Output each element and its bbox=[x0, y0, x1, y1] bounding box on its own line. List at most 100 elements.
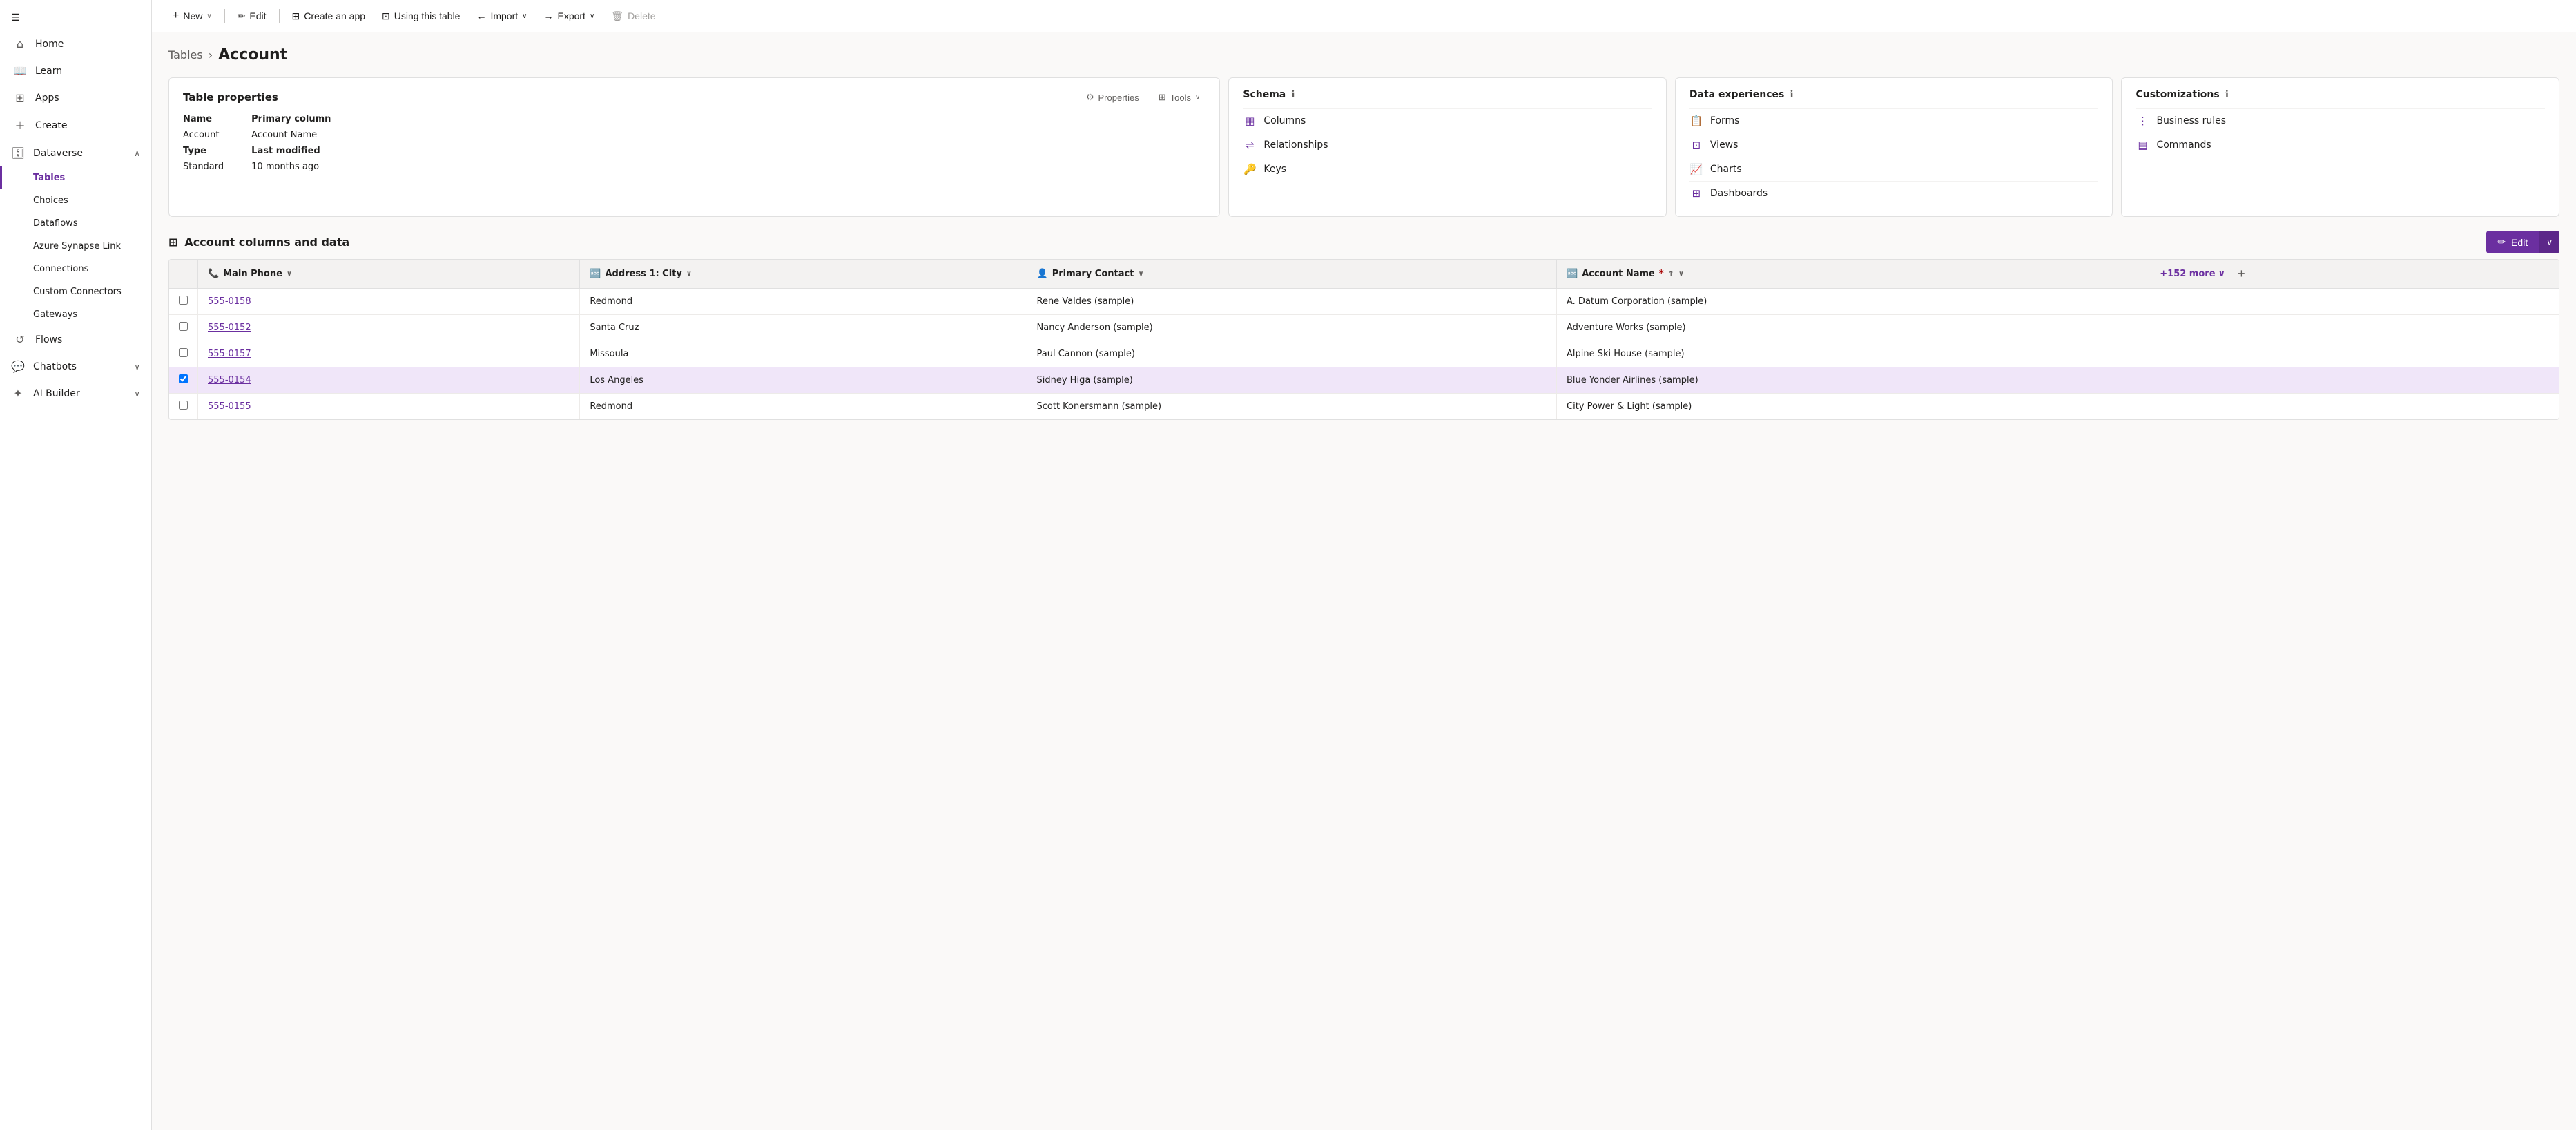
phone-link[interactable]: 555-0155 bbox=[208, 401, 251, 412]
sidebar-item-apps[interactable]: ⊞ Apps bbox=[0, 84, 151, 111]
properties-button[interactable]: ⚙ Properties bbox=[1081, 89, 1145, 106]
account-name-dropdown-icon[interactable]: ∨ bbox=[1678, 270, 1684, 278]
sidebar-item-create[interactable]: + Create bbox=[0, 111, 151, 140]
custom-info-icon: ℹ bbox=[2225, 89, 2229, 100]
sidebar-item-choices[interactable]: Choices bbox=[0, 189, 151, 212]
schema-info-icon: ℹ bbox=[1291, 89, 1295, 100]
toolbar: + New ∨ ✏ Edit ⊞ Create an app ⊡ Using t… bbox=[152, 0, 2576, 32]
address-city-header[interactable]: 🔤 Address 1: City ∨ bbox=[580, 260, 1027, 289]
row-select[interactable] bbox=[179, 401, 188, 410]
row-checkbox[interactable] bbox=[169, 394, 198, 420]
sidebar-item-learn[interactable]: 📖 Learn bbox=[0, 57, 151, 84]
sidebar-section-chatbots[interactable]: 💬 Chatbots ∨ bbox=[0, 353, 151, 380]
sidebar-section-dataverse[interactable]: 🗄 Dataverse ∧ bbox=[0, 140, 151, 166]
dashboards-link[interactable]: ⊞ Dashboards bbox=[1689, 181, 2099, 205]
create-app-label: Create an app bbox=[304, 10, 365, 21]
extra-cell bbox=[2144, 341, 2559, 367]
tools-button[interactable]: ⊞ Tools ∨ bbox=[1153, 89, 1206, 106]
checkbox-col-header bbox=[169, 260, 198, 289]
row-checkbox[interactable] bbox=[169, 315, 198, 341]
new-button[interactable]: + New ∨ bbox=[166, 6, 219, 26]
row-checkbox[interactable] bbox=[169, 367, 198, 394]
main-phone-dropdown-icon[interactable]: ∨ bbox=[287, 270, 292, 278]
schema-keys-link[interactable]: 🔑 Keys bbox=[1243, 157, 1652, 181]
type-label: Type bbox=[183, 146, 224, 156]
name-group: Name Account Type Standard bbox=[183, 114, 224, 172]
data-section-title: ⊞ Account columns and data bbox=[168, 236, 349, 249]
primary-contact-dropdown-icon[interactable]: ∨ bbox=[1138, 270, 1143, 278]
edit-dropdown-chevron: ∨ bbox=[2546, 238, 2553, 247]
commands-link[interactable]: ▤ Commands bbox=[2136, 133, 2545, 157]
create-app-button[interactable]: ⊞ Create an app bbox=[285, 6, 372, 26]
sidebar-item-flows[interactable]: ↺ Flows bbox=[0, 326, 151, 353]
hamburger-menu[interactable]: ☰ bbox=[0, 6, 151, 30]
address-city-label: Address 1: City bbox=[606, 269, 682, 279]
sidebar-item-gateways[interactable]: Gateways bbox=[0, 303, 151, 326]
export-icon: → bbox=[543, 10, 553, 21]
data-edit-button[interactable]: ✏ Edit bbox=[2486, 231, 2539, 253]
sidebar-item-azure-synapse[interactable]: Azure Synapse Link bbox=[0, 235, 151, 258]
schema-columns-link[interactable]: ▦ Columns bbox=[1243, 108, 1652, 133]
import-dropdown-icon: ∨ bbox=[522, 12, 527, 20]
forms-link[interactable]: 📋 Forms bbox=[1689, 108, 2099, 133]
row-select[interactable] bbox=[179, 322, 188, 331]
address-city-dropdown-icon[interactable]: ∨ bbox=[686, 270, 692, 278]
table-row[interactable]: 555-0158 Redmond Rene Valdes (sample) A.… bbox=[169, 289, 2559, 315]
row-select[interactable] bbox=[179, 296, 188, 305]
edit-button[interactable]: ✏ Edit bbox=[231, 6, 273, 26]
extra-cell bbox=[2144, 315, 2559, 341]
primary-contact-header[interactable]: 👤 Primary Contact ∨ bbox=[1027, 260, 1557, 289]
name-value: Account bbox=[183, 130, 224, 140]
delete-button[interactable]: 🗑 Delete bbox=[604, 6, 662, 26]
breadcrumb-tables[interactable]: Tables bbox=[168, 48, 203, 61]
sidebar-item-home[interactable]: ⌂ Home bbox=[0, 30, 151, 57]
import-label: Import bbox=[490, 10, 518, 21]
schema-relationships-link[interactable]: ⇌ Relationships bbox=[1243, 133, 1652, 157]
add-column-button[interactable]: + bbox=[2235, 267, 2248, 281]
edit-pencil-icon: ✏ bbox=[2497, 236, 2506, 248]
sidebar-item-tables[interactable]: Tables bbox=[0, 166, 151, 189]
phone-link[interactable]: 555-0152 bbox=[208, 323, 251, 333]
separator-1 bbox=[224, 9, 225, 23]
table-row[interactable]: 555-0157 Missoula Paul Cannon (sample) A… bbox=[169, 341, 2559, 367]
table-row[interactable]: 555-0155 Redmond Scott Konersmann (sampl… bbox=[169, 394, 2559, 420]
table-row[interactable]: 555-0154 Los Angeles Sidney Higa (sample… bbox=[169, 367, 2559, 394]
export-button[interactable]: → Export ∨ bbox=[536, 6, 601, 26]
dashboards-icon: ⊞ bbox=[1689, 187, 1703, 200]
phone-link[interactable]: 555-0158 bbox=[208, 296, 251, 307]
phone-link[interactable]: 555-0157 bbox=[208, 349, 251, 359]
data-section-label: Account columns and data bbox=[184, 236, 349, 249]
more-columns-btn[interactable]: +152 more ∨ bbox=[2154, 269, 2231, 279]
edit-dropdown-button[interactable]: ∨ bbox=[2539, 231, 2559, 253]
table-row[interactable]: 555-0152 Santa Cruz Nancy Anderson (samp… bbox=[169, 315, 2559, 341]
sidebar-item-custom-connectors[interactable]: Custom Connectors bbox=[0, 280, 151, 303]
sidebar-section-ai-builder[interactable]: ✦ AI Builder ∨ bbox=[0, 380, 151, 407]
using-table-label: Using this table bbox=[394, 10, 461, 21]
breadcrumb-account: Account bbox=[218, 46, 287, 64]
sidebar-item-connections[interactable]: Connections bbox=[0, 258, 151, 280]
account-name-header[interactable]: 🔤 Account Name * ↑ ∨ bbox=[1557, 260, 2144, 289]
properties-icon: ⚙ bbox=[1086, 92, 1094, 103]
columns-icon: ▦ bbox=[1243, 115, 1257, 127]
more-columns-header[interactable]: +152 more ∨ + bbox=[2144, 260, 2559, 289]
using-table-button[interactable]: ⊡ Using this table bbox=[375, 6, 467, 26]
import-button[interactable]: ← Import ∨ bbox=[469, 6, 534, 26]
charts-link[interactable]: 📈 Charts bbox=[1689, 157, 2099, 181]
table-properties-header: Table properties ⚙ Properties ⊞ Tools ∨ bbox=[183, 89, 1205, 106]
sidebar-item-label: Create bbox=[35, 120, 68, 131]
data-experiences-card: Data experiences ℹ 📋 Forms ⊡ Views 📈 Cha… bbox=[1675, 77, 2113, 217]
views-link[interactable]: ⊡ Views bbox=[1689, 133, 2099, 157]
business-rules-link[interactable]: ⋮ Business rules bbox=[2136, 108, 2545, 133]
last-modified-label: Last modified bbox=[251, 146, 331, 156]
data-table: 📞 Main Phone ∨ 🔤 Address 1: City ∨ bbox=[168, 259, 2559, 420]
row-checkbox[interactable] bbox=[169, 341, 198, 367]
sidebar-item-dataflows[interactable]: Dataflows bbox=[0, 212, 151, 235]
main-phone-header[interactable]: 📞 Main Phone ∨ bbox=[198, 260, 580, 289]
phone-link[interactable]: 555-0154 bbox=[208, 375, 251, 385]
row-select[interactable] bbox=[179, 374, 188, 383]
row-select[interactable] bbox=[179, 348, 188, 357]
charts-icon: 📈 bbox=[1689, 163, 1703, 175]
content-area: Tables › Account Table properties ⚙ Prop… bbox=[152, 32, 2576, 1130]
table-properties-props: Name Account Type Standard Primary colum… bbox=[183, 114, 1205, 172]
row-checkbox[interactable] bbox=[169, 289, 198, 315]
